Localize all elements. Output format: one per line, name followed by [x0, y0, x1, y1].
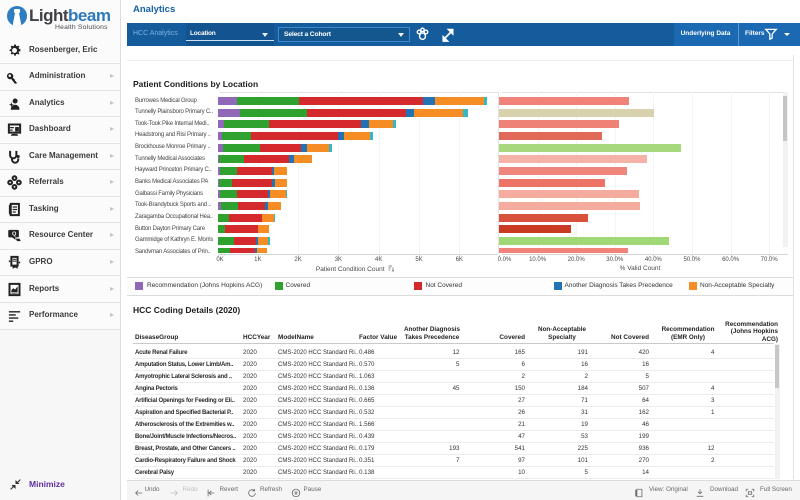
svg-text:Q: Q	[12, 232, 17, 238]
